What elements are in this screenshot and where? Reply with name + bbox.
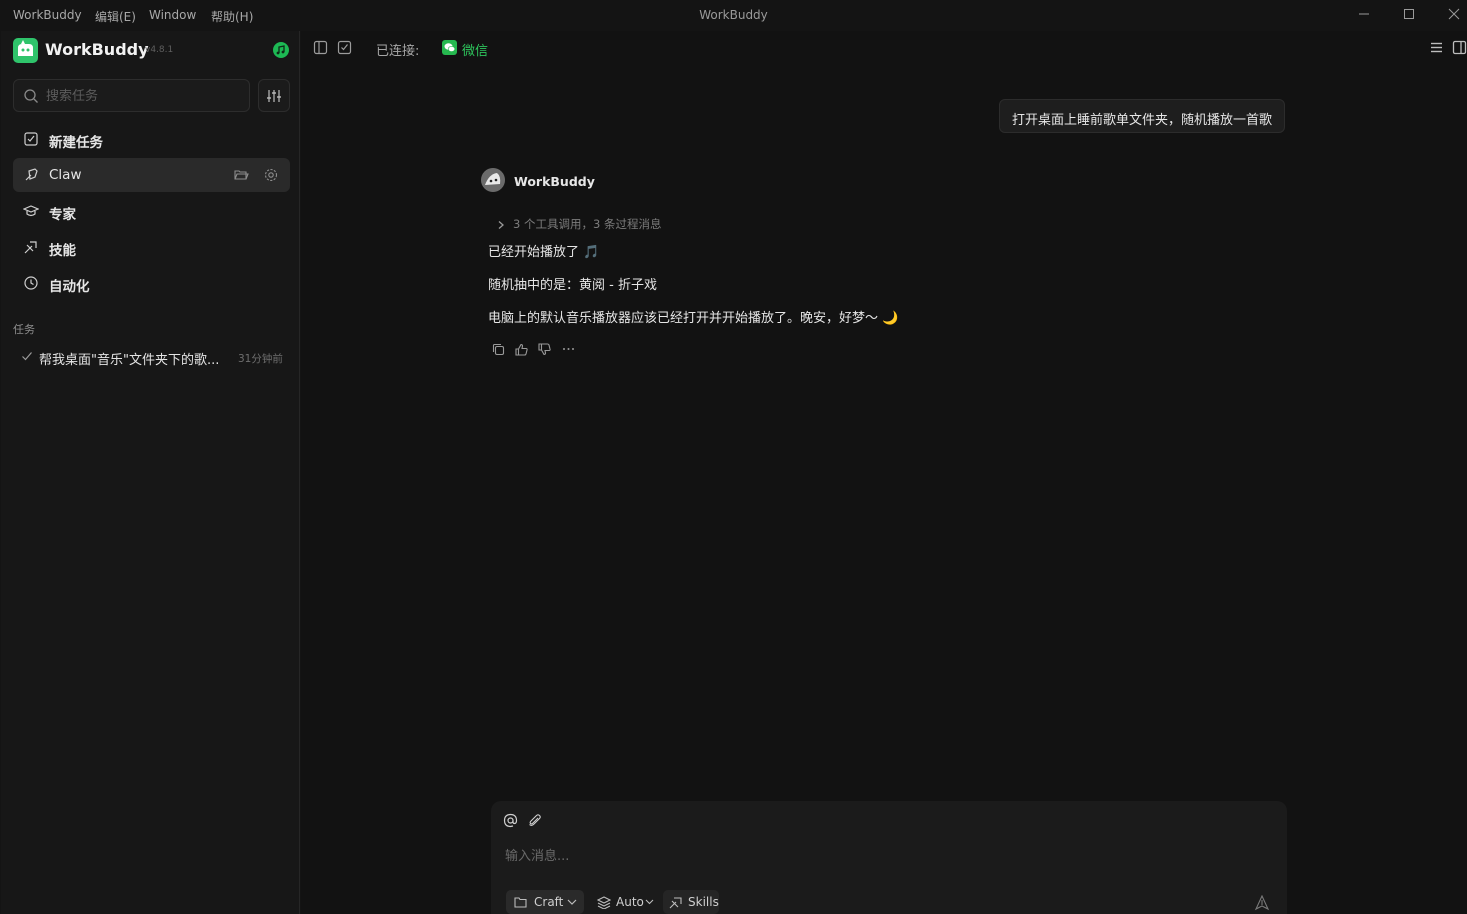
nav-automation-label: 自动化	[49, 279, 90, 295]
skills-icon	[24, 241, 37, 254]
connected-label: 已连接:	[376, 44, 420, 59]
wechat-icon	[442, 40, 457, 55]
nav-claw-label: Claw	[49, 167, 82, 183]
chevron-down-icon	[567, 899, 577, 905]
clock-icon	[24, 276, 38, 290]
search-input[interactable]	[46, 87, 241, 105]
attachment-icon[interactable]	[527, 813, 542, 828]
sidebar-toggle-icon[interactable]	[313, 40, 328, 55]
more-icon[interactable]	[561, 342, 576, 357]
copy-icon[interactable]	[491, 342, 506, 357]
nav-new-task[interactable]: 新建任务	[13, 122, 290, 156]
thumbs-up-icon[interactable]	[514, 342, 529, 357]
minimize-icon	[1359, 13, 1369, 15]
tool-summary-toggle[interactable]: 3 个工具调用，3 条过程消息	[497, 216, 661, 232]
nav-skills-label: 技能	[49, 243, 76, 259]
skills-button[interactable]: Skills	[663, 890, 719, 914]
app-version: v4.8.1	[145, 45, 174, 55]
menu-window[interactable]: Window	[149, 8, 196, 22]
mode-label: Craft	[534, 895, 564, 909]
connection-status-icon[interactable]	[273, 42, 289, 58]
nav-expert[interactable]: 专家	[13, 194, 290, 228]
gear-icon[interactable]	[263, 167, 279, 183]
model-label: Auto	[616, 895, 644, 909]
task-title: 帮我桌面"音乐"文件夹下的歌...	[39, 353, 220, 368]
nav-automation[interactable]: 自动化	[13, 266, 290, 300]
wechat-channel-label[interactable]: 微信	[462, 40, 488, 59]
mode-selector[interactable]: Craft	[506, 890, 584, 914]
tool-summary-text: 3 个工具调用，3 条过程消息	[513, 217, 662, 231]
thumbs-down-icon[interactable]	[537, 342, 552, 357]
filter-button[interactable]	[258, 79, 290, 112]
workbuddy-logo-icon	[18, 40, 33, 56]
bot-avatar-icon	[481, 168, 505, 192]
avatar	[481, 168, 505, 192]
app-name: WorkBuddy	[45, 40, 149, 59]
panel-toggle-icon[interactable]	[1452, 40, 1467, 55]
user-message-bubble: 打开桌面上睡前歌单文件夹，随机播放一首歌	[999, 99, 1285, 133]
sidebar: WorkBuddy v4.8.1 新建任务 Claw 专家 技能 自动化 任务	[1, 31, 300, 914]
bot-name: WorkBuddy	[514, 174, 595, 189]
search-box	[13, 79, 250, 112]
skills-icon	[669, 897, 682, 909]
app-logo	[13, 38, 38, 63]
send-icon[interactable]	[1254, 895, 1270, 911]
sliders-icon	[267, 90, 281, 102]
nav-expert-label: 专家	[49, 207, 76, 223]
maximize-button[interactable]	[1397, 4, 1421, 26]
message-composer: Craft Auto Skills	[491, 801, 1287, 914]
mention-icon[interactable]	[503, 813, 518, 828]
maximize-icon	[1404, 9, 1414, 19]
main-panel: 已连接: 微信 打开桌面上睡前歌单文件夹，随机播放一首歌 WorkBuddy 3…	[301, 31, 1467, 914]
layers-icon	[597, 896, 611, 909]
expert-icon	[23, 205, 39, 217]
menu-app[interactable]: WorkBuddy	[13, 8, 82, 22]
close-icon	[1448, 8, 1460, 20]
title-bar: WorkBuddy 编辑(E) Window 帮助(H) WorkBuddy	[0, 0, 1467, 31]
task-time: 31分钟前	[238, 353, 283, 365]
skills-label: Skills	[688, 895, 719, 909]
chevron-right-icon	[498, 220, 504, 229]
folder-icon	[514, 897, 527, 908]
menu-edit[interactable]: 编辑(E)	[95, 8, 136, 25]
folder-open-icon[interactable]	[233, 167, 249, 183]
model-selector[interactable]: Auto	[594, 890, 656, 914]
bot-message-line: 随机抽中的是：黄阅 - 折子戏	[488, 278, 657, 293]
tasks-section-title: 任务	[13, 323, 35, 336]
minimize-button[interactable]	[1352, 4, 1376, 26]
claw-icon	[25, 168, 38, 181]
menu-help[interactable]: 帮助(H)	[211, 8, 253, 25]
nav-skills[interactable]: 技能	[13, 230, 290, 264]
user-message-text: 打开桌面上睡前歌单文件夹，随机播放一首歌	[1012, 113, 1273, 128]
bot-message-line: 已经开始播放了 🎵	[488, 245, 600, 260]
new-task-toolbar-icon[interactable]	[337, 40, 352, 55]
menu-list-icon[interactable]	[1429, 40, 1444, 55]
new-task-icon	[24, 132, 38, 146]
bot-message-line: 电脑上的默认音乐播放器应该已经打开并开始播放了。晚安，好梦～ 🌙	[488, 311, 899, 326]
nav-claw[interactable]: Claw	[13, 158, 290, 192]
nav-new-task-label: 新建任务	[49, 135, 103, 151]
message-input[interactable]	[505, 845, 1265, 867]
chevron-down-icon	[645, 899, 654, 905]
check-icon	[22, 352, 32, 361]
search-icon	[24, 89, 38, 103]
task-item[interactable]: 帮我桌面"音乐"文件夹下的歌... 31分钟前	[13, 344, 290, 370]
close-button[interactable]	[1442, 4, 1466, 26]
